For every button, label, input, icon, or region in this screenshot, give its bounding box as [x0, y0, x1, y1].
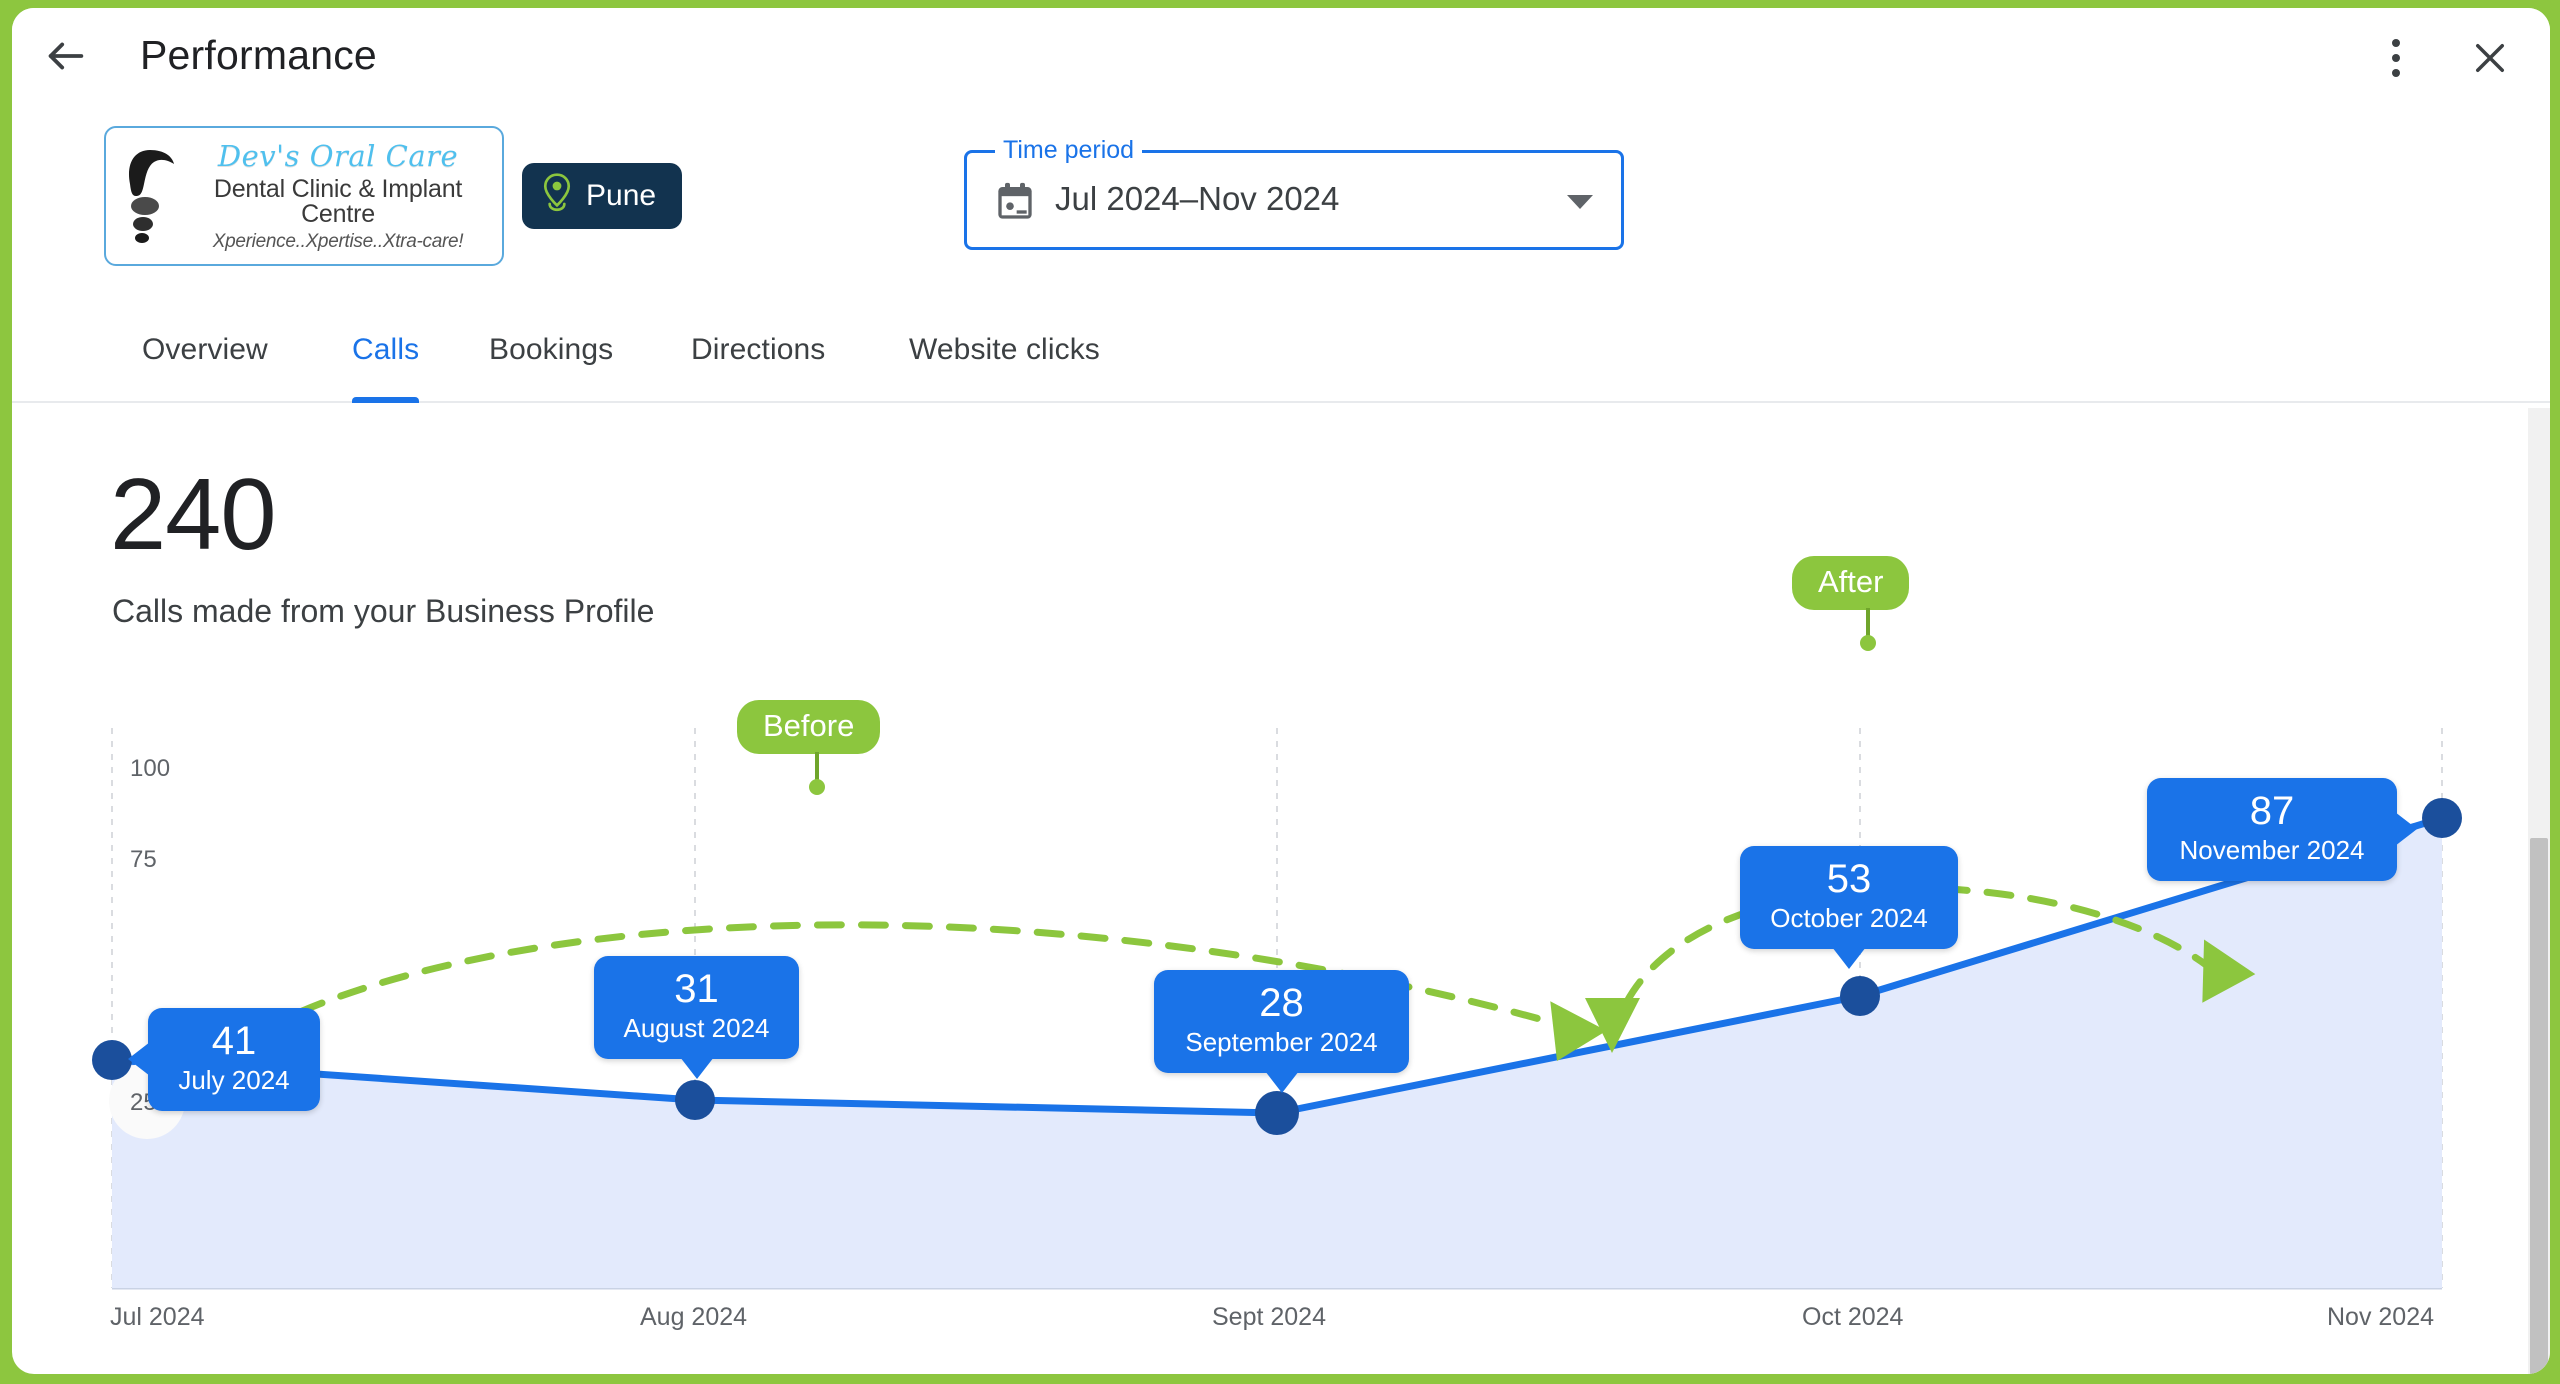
x-tick-sept: Sept 2024 — [1212, 1303, 1326, 1331]
tooltip-value: 87 — [2249, 789, 2295, 833]
tooltip-pointer — [1264, 1070, 1299, 1093]
title-bar: Performance — [12, 8, 2550, 104]
y-tick-label: 75 — [130, 846, 157, 873]
data-point-sept[interactable] — [1255, 1091, 1299, 1135]
active-tab-indicator — [352, 397, 420, 403]
performance-window: Performance Dev's Oral Care Dental Clini… — [12, 8, 2550, 1374]
location-pin-icon — [540, 172, 574, 220]
tooltip-august[interactable]: 31 August 2024 — [594, 956, 799, 1079]
annotation-connector-before — [809, 752, 825, 795]
time-period-select[interactable]: Time period Jul 2024–Nov 2024 — [964, 136, 1624, 250]
clinic-tagline: Xperience..Xpertise..Xtra-care! — [212, 230, 464, 252]
x-axis-labels: Jul 2024 Aug 2024 Sept 2024 Oct 2024 Nov… — [12, 1303, 2482, 1343]
tooltip-september[interactable]: 28 September 2024 — [1154, 970, 1409, 1093]
annotation-badge-before[interactable]: Before — [737, 700, 881, 754]
tab-label: Bookings — [489, 333, 614, 366]
x-tick-aug: Aug 2024 — [640, 1303, 748, 1331]
tooltip-date: August 2024 — [623, 1013, 770, 1043]
business-profile-card[interactable]: Dev's Oral Care Dental Clinic & Implant … — [104, 126, 504, 266]
tab-overview[interactable]: Overview — [142, 319, 268, 403]
city-chip-label: Pune — [586, 179, 657, 212]
tooltip-pointer — [128, 1042, 150, 1077]
annotation-connector-after — [1860, 608, 1876, 651]
vertical-scrollbar-track[interactable] — [2528, 408, 2550, 1374]
x-tick-oct: Oct 2024 — [1802, 1303, 1904, 1331]
clinic-logo-icon — [120, 144, 184, 248]
y-tick-label: 100 — [130, 755, 170, 782]
back-arrow-icon[interactable] — [40, 30, 92, 82]
tooltip-july[interactable]: 41 July 2024 — [128, 1008, 320, 1111]
tab-calls[interactable]: Calls — [352, 319, 420, 403]
metric-description: Calls made from your Business Profile — [112, 593, 655, 629]
tooltip-date: October 2024 — [1770, 903, 1928, 933]
tooltip-date: July 2024 — [178, 1065, 290, 1095]
tab-label: Calls — [352, 333, 420, 366]
tooltip-value: 53 — [1826, 857, 1872, 901]
data-point-nov[interactable] — [2422, 798, 2462, 838]
tooltip-october[interactable]: 53 October 2024 — [1740, 846, 1958, 969]
tooltip-pointer — [679, 1056, 714, 1079]
clinic-subtitle: Dental Clinic & Implant Centre — [213, 174, 463, 228]
tooltip-pointer — [2395, 812, 2417, 847]
tab-bookings[interactable]: Bookings — [489, 319, 613, 403]
annotation-label: After — [1818, 564, 1884, 599]
tooltip-pointer — [1832, 946, 1866, 969]
data-point-oct[interactable] — [1840, 976, 1880, 1016]
tab-label: Website clicks — [909, 333, 1100, 366]
city-chip-pune[interactable]: Pune — [522, 163, 683, 229]
time-period-label: Time period — [995, 136, 1143, 165]
x-tick-nov: Nov 2024 — [2327, 1303, 2435, 1331]
tooltip-date: September 2024 — [1185, 1027, 1378, 1057]
metric-total-value: 240 — [110, 459, 277, 571]
calendar-icon — [995, 181, 1035, 228]
clinic-logo-text: Dev's Oral Care Dental Clinic & Implant … — [184, 138, 492, 252]
more-vertical-icon[interactable] — [2370, 32, 2422, 84]
annotation-badge-after[interactable]: After — [1792, 556, 1910, 610]
tooltip-value: 41 — [211, 1019, 257, 1063]
clinic-name: Dev's Oral Care — [217, 138, 459, 173]
chevron-down-icon[interactable] — [1567, 195, 1593, 209]
tab-label: Overview — [142, 333, 268, 366]
data-point-aug[interactable] — [675, 1080, 715, 1120]
tab-directions[interactable]: Directions — [691, 319, 825, 403]
time-period-value: Jul 2024–Nov 2024 — [1055, 180, 1340, 217]
tab-label: Directions — [691, 333, 826, 366]
vertical-scrollbar-thumb[interactable] — [2530, 838, 2548, 1374]
app-frame: Performance Dev's Oral Care Dental Clini… — [0, 0, 2560, 1384]
tooltip-value: 31 — [674, 967, 719, 1011]
data-point-jul[interactable] — [92, 1040, 132, 1080]
tooltip-date: November 2024 — [2179, 835, 2365, 865]
tooltip-november[interactable]: 87 November 2024 — [2147, 778, 2417, 881]
tab-website-clicks[interactable]: Website clicks — [909, 319, 1100, 403]
page-title: Performance — [140, 32, 377, 78]
close-icon[interactable] — [2462, 30, 2518, 86]
tooltip-value: 28 — [1259, 981, 1304, 1025]
x-tick-jul: Jul 2024 — [110, 1303, 205, 1331]
annotation-label: Before — [763, 708, 855, 743]
metric-tabs: Overview Calls Bookings Directions Websi… — [12, 303, 2550, 403]
